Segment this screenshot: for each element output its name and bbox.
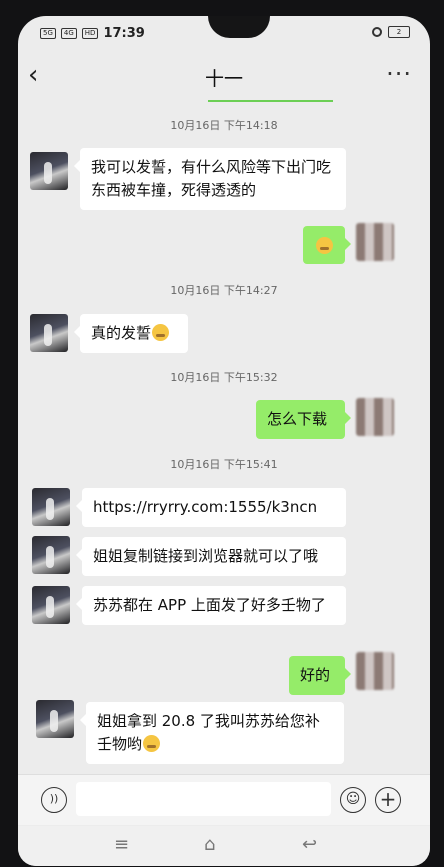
contact-avatar[interactable] <box>32 536 70 574</box>
angry-emoji-icon <box>316 237 333 254</box>
header-divider <box>208 100 333 102</box>
message-text: 姐姐拿到 20.8 了我叫苏苏给您补壬物哟 <box>97 712 320 753</box>
status-bar: 5G 4G HD 17:39 2 <box>36 26 412 44</box>
message-text: 姐姐复制链接到浏览器就可以了哦 <box>93 547 319 565</box>
more-options-icon[interactable]: ··· <box>386 60 412 88</box>
link-message-bubble[interactable]: https://rryrry.com:1555/k3ncn <box>76 488 346 527</box>
sad-emoji-icon <box>152 324 170 341</box>
voice-icon[interactable]: )) <box>41 787 67 813</box>
chat-header: ‹ 十一 ··· <box>18 54 430 104</box>
message-bubble[interactable]: 姐姐复制链接到浏览器就可以了哦 <box>76 537 346 576</box>
contact-avatar[interactable] <box>30 152 68 190</box>
message-bubble[interactable]: 好的 <box>289 656 351 695</box>
message-bubble[interactable]: 苏苏都在 APP 上面发了好多壬物了 <box>76 586 346 625</box>
chat-title: 十一 <box>204 68 243 90</box>
input-bar: )) ☺ + <box>18 774 430 825</box>
timestamp: 10月16日 下午14:18 <box>170 119 278 132</box>
chat-screen: 5G 4G HD 17:39 2 ‹ 十一 ··· 10月16日 下午14:18… <box>18 16 430 866</box>
alarm-icon <box>372 27 382 37</box>
my-avatar[interactable] <box>356 223 394 261</box>
plus-icon[interactable]: + <box>375 787 401 813</box>
link-text[interactable]: https://rryrry.com:1555/k3ncn <box>93 498 317 516</box>
message-bubble[interactable]: 真的发誓 <box>74 314 188 353</box>
contact-avatar[interactable] <box>36 700 74 738</box>
message-text: 我可以发誓，有什么风险等下出门吃东西被车撞，死得透透的 <box>91 158 332 199</box>
contact-avatar[interactable] <box>32 488 70 526</box>
message-bubble[interactable] <box>303 226 351 264</box>
my-avatar[interactable] <box>356 652 394 690</box>
menu-nav-icon[interactable]: ≡ <box>114 834 129 855</box>
my-avatar[interactable] <box>356 398 394 436</box>
status-time: 17:39 <box>103 26 145 41</box>
navigation-bar: ≡ ⌂ ↩ <box>18 826 430 866</box>
timestamp: 10月16日 下午15:32 <box>170 371 278 384</box>
contact-avatar[interactable] <box>32 586 70 624</box>
message-bubble[interactable]: 怎么下载 <box>256 400 351 439</box>
message-input[interactable] <box>76 782 331 816</box>
message-text: 真的发誓 <box>91 324 152 342</box>
phone-frame: 5G 4G HD 17:39 2 ‹ 十一 ··· 10月16日 下午14:18… <box>0 0 444 867</box>
timestamp: 10月16日 下午15:41 <box>170 458 278 471</box>
contact-avatar[interactable] <box>30 314 68 352</box>
message-text: 好的 <box>300 666 331 684</box>
timestamp: 10月16日 下午14:27 <box>170 284 278 297</box>
back-nav-icon[interactable]: ↩ <box>302 834 317 855</box>
message-bubble[interactable]: 我可以发誓，有什么风险等下出门吃东西被车撞，死得透透的 <box>74 148 346 210</box>
battery-icon: 2 <box>388 26 410 38</box>
message-text: 怎么下载 <box>267 410 328 428</box>
message-text: 苏苏都在 APP 上面发了好多壬物了 <box>93 596 326 614</box>
hd-icon: HD <box>81 28 99 39</box>
emoji-icon[interactable]: ☺ <box>340 787 366 813</box>
sly-emoji-icon <box>143 735 161 752</box>
signal-5g-icon: 5G <box>40 28 56 39</box>
message-bubble[interactable]: 姐姐拿到 20.8 了我叫苏苏给您补壬物哟 <box>80 702 344 764</box>
home-nav-icon[interactable]: ⌂ <box>204 834 215 855</box>
signal-4g-icon: 4G <box>60 28 77 39</box>
